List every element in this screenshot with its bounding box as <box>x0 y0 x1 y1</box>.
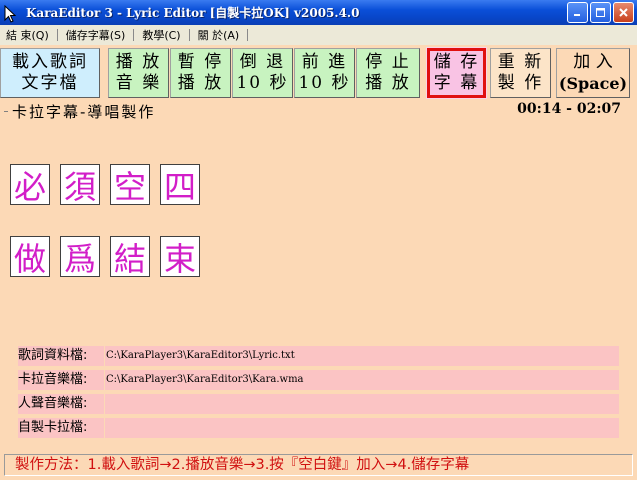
lyric-char: 必 <box>10 164 50 206</box>
lyric-file-path: C:\KaraPlayer3\KaraEditor3\Lyric.txt <box>105 346 619 366</box>
rewind-10s-button[interactable]: 倒 退 10 秒 <box>232 48 293 98</box>
lyric-char: 做 <box>10 236 50 278</box>
lyric-file-row: 歌詞資料檔: C:\KaraPlayer3\KaraEditor3\Lyric.… <box>18 346 619 366</box>
vocal-file-label: 人聲音樂檔: <box>18 394 104 414</box>
karaoke-file-path <box>105 418 619 438</box>
title-bar[interactable]: KaraEditor 3 - Lyric Editor [自製卡拉OK] v20… <box>0 0 637 25</box>
menu-bar: 結 束(Q) 儲存字幕(S) 教學(C) 關 於(A) <box>0 25 637 45</box>
window-title: KaraEditor 3 - Lyric Editor [自製卡拉OK] v20… <box>26 6 360 20</box>
close-button[interactable] <box>613 2 634 23</box>
music-file-path: C:\KaraPlayer3\KaraEditor3\Kara.wma <box>105 370 619 390</box>
menu-save-subtitles[interactable]: 儲存字幕(S) <box>60 27 132 43</box>
add-space-label: 加 入 <box>573 52 613 72</box>
time-readout: 00:14 - 02:07 <box>517 101 621 117</box>
menu-exit[interactable]: 結 束(Q) <box>0 27 55 43</box>
maximize-button[interactable] <box>590 2 611 23</box>
menu-tutorial[interactable]: 教學(C) <box>136 27 186 43</box>
load-lyrics-button[interactable]: 載入歌詞 文字檔 <box>0 48 100 98</box>
section-title: 卡拉字幕-導唱製作 <box>12 103 156 121</box>
lyric-char: 結 <box>110 236 150 278</box>
play-music-button[interactable]: 播 放 音 樂 <box>108 48 169 98</box>
minimize-button[interactable] <box>567 2 588 23</box>
save-subtitles-button[interactable]: 儲 存 字 幕 <box>426 47 487 99</box>
lyric-char: 四 <box>160 164 200 206</box>
toolbar: 載入歌詞 文字檔 播 放 音 樂 暫 停 播 放 倒 退 10 秒 前 進 10… <box>0 47 637 99</box>
stop-button[interactable]: 停 止 播 放 <box>356 48 420 98</box>
lyric-line-1: 必 須 空 四 <box>10 164 200 206</box>
lyric-line-2: 做 爲 結 束 <box>10 236 200 278</box>
cursor-arrow-icon <box>4 4 20 23</box>
lyric-char: 空 <box>110 164 150 206</box>
forward-10s-button[interactable]: 前 進 10 秒 <box>294 48 355 98</box>
lyric-char: 須 <box>60 164 100 206</box>
maximize-icon <box>596 8 605 17</box>
music-file-label: 卡拉音樂檔: <box>18 370 104 390</box>
lyric-file-label: 歌詞資料檔: <box>18 346 104 366</box>
menu-separator <box>247 29 249 41</box>
menu-separator <box>56 29 58 41</box>
karaoke-file-label: 自製卡拉檔: <box>18 418 104 438</box>
music-file-row: 卡拉音樂檔: C:\KaraPlayer3\KaraEditor3\Kara.w… <box>18 370 619 390</box>
vocal-file-row: 人聲音樂檔: <box>18 394 619 414</box>
lyric-char: 束 <box>160 236 200 278</box>
section-divider <box>4 111 8 112</box>
main-panel: 載入歌詞 文字檔 播 放 音 樂 暫 停 播 放 倒 退 10 秒 前 進 10… <box>0 45 637 480</box>
close-icon <box>619 8 628 17</box>
instructions-bar: 製作方法：1.載入歌詞→2.播放音樂→3.按『空白鍵』加入→4.儲存字幕 <box>4 454 633 476</box>
redo-button[interactable]: 重 新 製 作 <box>490 48 551 98</box>
minimize-icon <box>574 14 580 16</box>
menu-about[interactable]: 關 於(A) <box>192 27 246 43</box>
karaoke-file-row: 自製卡拉檔: <box>18 418 619 438</box>
pause-button[interactable]: 暫 停 播 放 <box>170 48 231 98</box>
space-key-label: (Space) <box>558 74 628 93</box>
menu-separator <box>133 29 135 41</box>
lyric-char: 爲 <box>60 236 100 278</box>
vocal-file-path <box>105 394 619 414</box>
menu-separator <box>188 29 190 41</box>
add-space-button[interactable]: 加 入 (Space) <box>556 48 630 98</box>
